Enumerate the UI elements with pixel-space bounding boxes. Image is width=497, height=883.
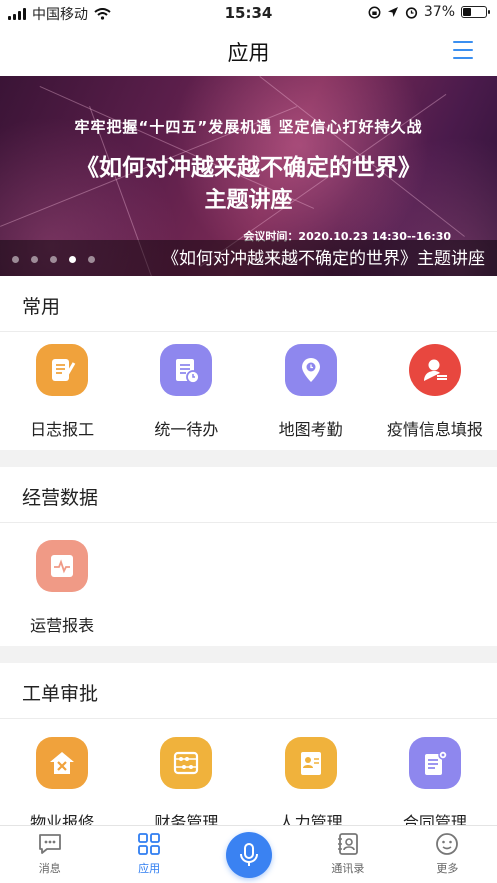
app-label: 疫情信息填报 bbox=[386, 420, 483, 439]
app-finance-management[interactable]: 财务管理 bbox=[124, 737, 248, 833]
person-list-icon bbox=[408, 344, 461, 396]
battery-icon bbox=[461, 6, 490, 18]
common-app-row: 日志报工 统一待办 地图考勤 疫情信息填报 bbox=[0, 344, 497, 440]
battery-percent: 37% bbox=[423, 4, 455, 20]
app-property-repair[interactable]: 物业报修 bbox=[0, 737, 124, 833]
carousel-dot[interactable] bbox=[50, 256, 57, 263]
section-business-title: 经营数据 bbox=[22, 487, 99, 509]
tab-messages[interactable]: 消息 bbox=[0, 826, 99, 883]
bottom-tab-bar: 消息 应用 通讯录 更多 bbox=[0, 825, 497, 883]
microphone-icon[interactable] bbox=[225, 832, 272, 878]
page-title: 应用 bbox=[227, 41, 270, 65]
banner-caption-bar: 《如何对冲越来越不确定的世界》主题讲座 bbox=[0, 240, 497, 276]
app-contract-management[interactable]: 合同管理 bbox=[373, 737, 497, 833]
app-epidemic-report[interactable]: 疫情信息填报 bbox=[373, 344, 497, 440]
app-label: 统一待办 bbox=[154, 420, 219, 439]
banner-caption: 《如何对冲越来越不确定的世界》主题讲座 bbox=[162, 249, 485, 269]
banner-sub-title: 主题讲座 bbox=[204, 188, 293, 213]
banner-top-text: 牢牢把握“十四五”发展机遇 坚定信心打好持久战 bbox=[74, 118, 423, 136]
id-card-icon bbox=[284, 737, 337, 789]
carousel-dot[interactable] bbox=[88, 256, 95, 263]
carousel-dot[interactable] bbox=[69, 256, 76, 263]
tab-label: 更多 bbox=[436, 862, 459, 875]
section-divider bbox=[0, 450, 497, 467]
tab-label: 应用 bbox=[138, 862, 161, 875]
app-operation-report[interactable]: 运营报表 bbox=[0, 540, 124, 636]
tab-voice[interactable] bbox=[199, 826, 298, 883]
tab-apps[interactable]: 应用 bbox=[99, 826, 198, 883]
section-common-header: 常用 bbox=[0, 276, 497, 332]
rotation-lock-icon bbox=[368, 6, 381, 18]
app-unified-todo[interactable]: 统一待办 bbox=[124, 344, 248, 440]
carousel-dot[interactable] bbox=[12, 256, 19, 263]
app-label: 日志报工 bbox=[30, 420, 95, 439]
menu-icon[interactable] bbox=[453, 41, 473, 59]
contract-gear-icon bbox=[408, 737, 461, 789]
message-icon bbox=[38, 834, 61, 854]
location-icon bbox=[387, 7, 398, 17]
house-tools-icon bbox=[36, 737, 89, 789]
abacus-icon bbox=[160, 737, 213, 789]
workorder-app-row: 物业报修 财务管理 人力管理 合同管理 bbox=[0, 737, 497, 833]
app-label: 运营报表 bbox=[30, 616, 95, 635]
app-header: 应用 bbox=[0, 26, 497, 76]
app-map-attendance[interactable]: 地图考勤 bbox=[249, 344, 373, 440]
map-pin-icon bbox=[284, 344, 337, 396]
app-work-log[interactable]: 日志报工 bbox=[0, 344, 124, 440]
banner-carousel[interactable]: 牢牢把握“十四五”发展机遇 坚定信心打好持久战 《如何对冲越来越不确定的世界》 … bbox=[0, 76, 497, 276]
section-business-header: 经营数据 bbox=[0, 467, 497, 523]
status-right: 37% bbox=[368, 4, 490, 20]
app-label: 地图考勤 bbox=[278, 420, 343, 439]
more-icon bbox=[436, 833, 459, 855]
tab-label: 通讯录 bbox=[331, 862, 365, 875]
section-common-title: 常用 bbox=[22, 296, 61, 318]
alarm-icon bbox=[405, 6, 417, 19]
document-clock-icon bbox=[160, 344, 213, 396]
report-chart-icon bbox=[36, 540, 89, 592]
tab-label: 消息 bbox=[38, 862, 61, 875]
status-bar: 中国移动 15:34 37% bbox=[0, 0, 497, 26]
section-workorder-title: 工单审批 bbox=[22, 683, 99, 705]
carousel-dots[interactable] bbox=[12, 256, 95, 263]
app-hr-management[interactable]: 人力管理 bbox=[249, 737, 373, 833]
tab-more[interactable]: 更多 bbox=[398, 826, 497, 883]
notebook-pen-icon bbox=[36, 344, 89, 396]
section-workorder-header: 工单审批 bbox=[0, 663, 497, 719]
section-divider bbox=[0, 646, 497, 663]
apps-grid-icon bbox=[138, 833, 161, 855]
tab-contacts[interactable]: 通讯录 bbox=[298, 826, 397, 883]
business-app-row: 运营报表 bbox=[0, 540, 497, 636]
carousel-dot[interactable] bbox=[31, 256, 38, 263]
contacts-icon bbox=[337, 833, 358, 855]
banner-main-title: 《如何对冲越来越不确定的世界》 bbox=[76, 155, 421, 181]
